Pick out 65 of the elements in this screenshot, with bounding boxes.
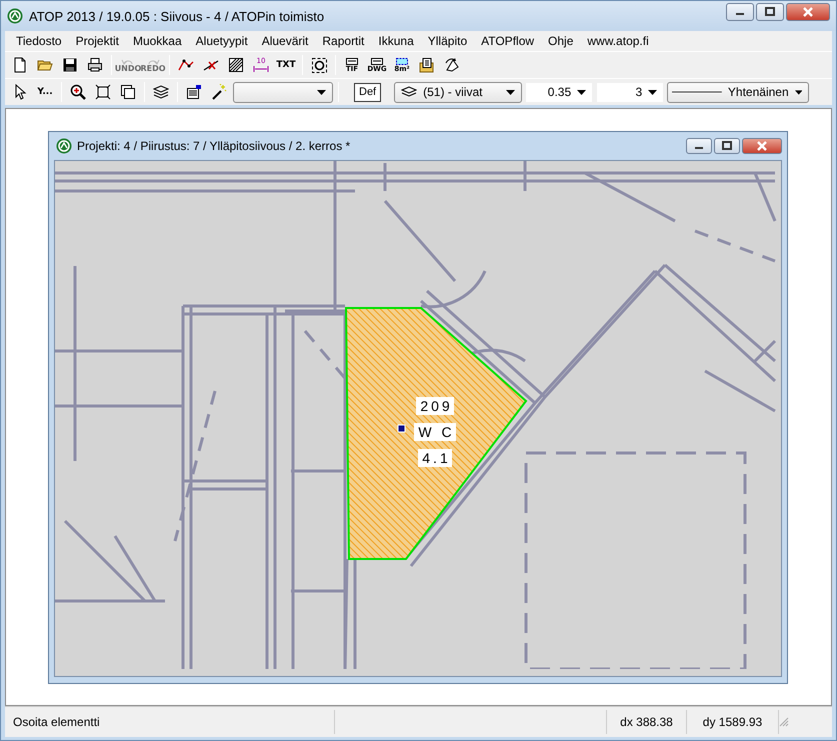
sheet-icon [344, 58, 360, 64]
menu-item[interactable]: ATOPflow [474, 34, 542, 48]
maximize-button[interactable] [714, 138, 740, 154]
document-folder-icon [419, 57, 435, 73]
status-panel: dy 1589.93 [687, 710, 779, 734]
filter-button[interactable]: Y... [34, 81, 56, 103]
minimize-button[interactable] [686, 138, 712, 154]
maximize-button[interactable] [756, 3, 784, 21]
fit-frame-icon [95, 84, 111, 100]
polyline-icon [178, 57, 194, 73]
hatched-square-icon [228, 57, 244, 73]
menu-item[interactable]: Muokkaa [126, 34, 189, 48]
zoom-in-icon [70, 84, 86, 100]
menu-item[interactable]: Aluevärit [254, 34, 316, 48]
dropdown[interactable]: 0.35 [525, 82, 594, 102]
line-style-dropdown[interactable]: Yhtenäinen [667, 82, 810, 102]
layer-dropdown[interactable]: (51) - viivat [394, 82, 522, 102]
close-icon [757, 141, 767, 151]
app-logo-icon [7, 8, 23, 24]
resize-grip-icon [779, 717, 789, 727]
printer-icon [87, 57, 103, 73]
close-button[interactable] [742, 138, 782, 154]
new-document-icon [12, 57, 28, 73]
menu-item[interactable]: Ylläpito [420, 34, 474, 48]
caret-icon [506, 90, 516, 94]
menu-item[interactable]: Tiedosto [9, 34, 69, 48]
maximize-icon [722, 141, 732, 151]
maximize-icon [765, 7, 775, 17]
area-label: 209 [416, 397, 454, 415]
drawing-canvas[interactable]: 209 W C 4.1 [54, 160, 782, 677]
dashed-rectangle-icon [394, 58, 410, 64]
status-panel: dx 388.38 [607, 710, 687, 734]
document-title: Projekti: 4 / Piirustus: 7 / Ylläpitosiivous / 2. kerros * [77, 139, 352, 153]
layers-icon [153, 84, 169, 100]
selection-handle[interactable] [398, 424, 406, 432]
caret-icon [317, 90, 326, 94]
rotate-arrow-icon [444, 57, 460, 73]
menu-item[interactable]: Ikkuna [371, 34, 421, 48]
minimize-button[interactable] [726, 3, 754, 21]
solid-line-icon [672, 90, 722, 94]
status-panel: Osoita elementti [5, 710, 335, 734]
menu-item[interactable]: www.atop.fi [580, 34, 656, 48]
area-label: 4.1 [418, 449, 452, 467]
close-icon [803, 7, 813, 17]
menu-item[interactable]: Ohje [541, 34, 580, 48]
def-button[interactable]: Def [354, 82, 382, 102]
app-logo-icon [56, 138, 72, 154]
properties-icon [186, 84, 202, 100]
caret-icon [577, 90, 586, 94]
overlapping-windows-icon [120, 84, 136, 100]
area-label: W C [414, 423, 456, 441]
dropdown[interactable]: 3 [596, 82, 664, 102]
caret-icon [648, 90, 658, 94]
menu-item[interactable]: Aluetyypit [188, 34, 255, 48]
menu-item[interactable]: Raportit [315, 34, 372, 48]
target-frame-icon [311, 57, 327, 73]
caret-icon [794, 90, 802, 94]
sheet-icon [369, 58, 385, 64]
layers-icon [401, 86, 418, 98]
dimension-line-icon [253, 65, 269, 73]
menu-item[interactable]: Projektit [68, 34, 126, 48]
close-button[interactable] [786, 3, 830, 21]
text-button[interactable]: TXT [275, 54, 297, 76]
magic-wand-icon [211, 84, 227, 100]
window-title: ATOP 2013 / 19.0.05 : Siivous - 4 / ATOPin toimisto [29, 8, 326, 24]
